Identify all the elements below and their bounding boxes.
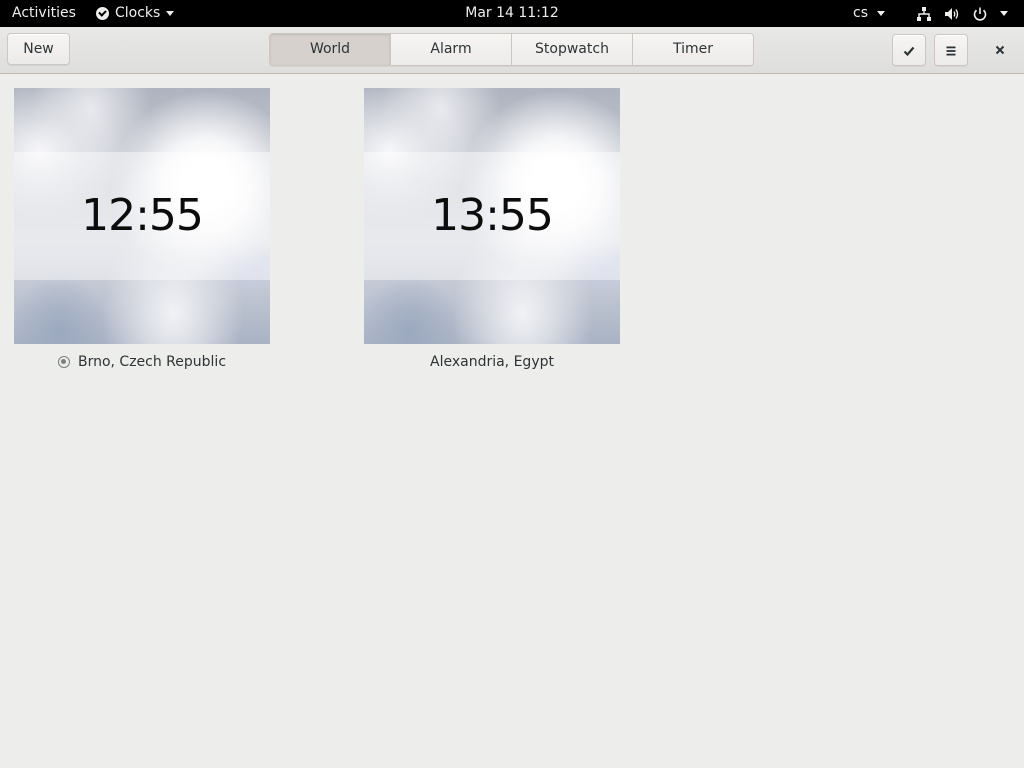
system-menu[interactable] <box>916 0 1008 27</box>
world-clock-tile[interactable]: 13:55 Alexandria, Egypt <box>364 88 620 372</box>
input-language-label: cs <box>853 5 868 21</box>
current-location-icon <box>57 356 70 368</box>
select-button[interactable] <box>892 34 926 66</box>
checkmark-icon <box>903 46 915 57</box>
tab-alarm[interactable]: Alarm <box>390 34 511 65</box>
tab-timer[interactable]: Timer <box>632 34 753 65</box>
chevron-down-icon <box>877 11 885 16</box>
chevron-down-icon <box>1000 11 1008 16</box>
clock-location: Alexandria, Egypt <box>430 354 554 370</box>
sky-background-image: 12:55 <box>14 88 270 344</box>
clock-location: Brno, Czech Republic <box>77 354 227 370</box>
tab-world[interactable]: World <box>270 34 390 65</box>
world-clock-tile[interactable]: 12:55 Brno, Czech Republic <box>14 88 270 372</box>
clock-label: Alexandria, Egypt <box>364 352 620 372</box>
sky-background-image: 13:55 <box>364 88 620 344</box>
new-button[interactable]: New <box>7 33 70 65</box>
network-icon <box>917 6 931 21</box>
tab-stopwatch[interactable]: Stopwatch <box>511 34 632 65</box>
power-icon <box>973 7 987 21</box>
close-icon <box>995 45 1005 55</box>
close-button[interactable] <box>986 34 1014 66</box>
header-bar: New World Alarm Stopwatch Timer <box>0 27 1024 74</box>
clock-time: 13:55 <box>431 190 554 241</box>
clock-time: 12:55 <box>81 190 204 241</box>
menu-button[interactable] <box>934 34 968 66</box>
volume-icon <box>945 7 959 20</box>
input-language-menu[interactable]: cs <box>853 0 885 27</box>
hamburger-menu-icon <box>946 46 956 56</box>
top-bar: Activities Clocks Mar 14 11:12 cs <box>0 0 1024 27</box>
view-switcher: World Alarm Stopwatch Timer <box>269 33 754 66</box>
clock-label: Brno, Czech Republic <box>14 352 270 372</box>
